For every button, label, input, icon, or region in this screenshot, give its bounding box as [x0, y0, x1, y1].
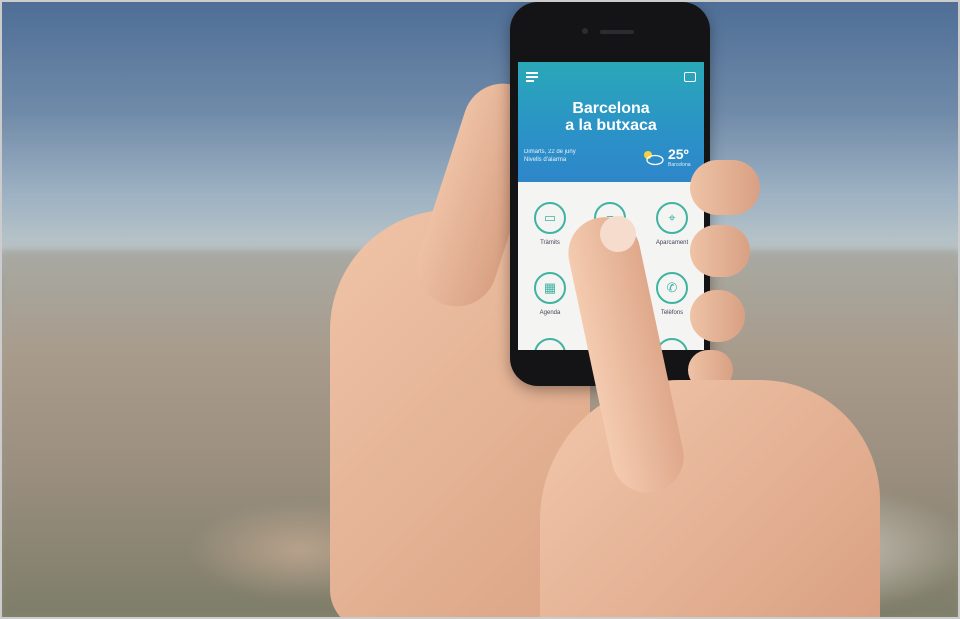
- left-finger-3: [690, 290, 745, 342]
- chat-icon[interactable]: [684, 72, 696, 82]
- earpiece-speaker: [600, 30, 634, 34]
- folder-icon: ▭: [534, 202, 566, 234]
- date-text: Dimarts, 22 de juny: [524, 149, 576, 155]
- temperature-location: Barcelona: [668, 162, 691, 168]
- left-finger-1: [690, 160, 760, 215]
- phone-icon: ✆: [656, 272, 688, 304]
- sun-cloud-icon: [644, 151, 664, 166]
- location-icon: ⌖: [656, 202, 688, 234]
- left-finger-2: [690, 225, 750, 277]
- menu-icon[interactable]: [526, 72, 538, 82]
- more-icon-left: [534, 338, 566, 350]
- title-line-2: a la butxaca: [565, 117, 657, 134]
- front-camera: [582, 28, 588, 34]
- grid-item-agenda[interactable]: ▦ Agenda: [520, 272, 580, 316]
- temperature: 25º: [668, 146, 689, 162]
- grid-label: Agenda: [539, 310, 561, 316]
- app-header: Barcelona a la butxaca Dimarts, 22 de ju…: [518, 62, 704, 182]
- title-line-1: Barcelona: [572, 100, 650, 117]
- right-hand: [540, 380, 880, 619]
- grid-item-more-left[interactable]: [520, 338, 580, 350]
- alert-text: Nivells d'alarma: [524, 157, 567, 163]
- app-title: Barcelona a la butxaca: [518, 100, 704, 134]
- background-scene: Barcelona a la butxaca Dimarts, 22 de ju…: [0, 0, 960, 619]
- date-info: Dimarts, 22 de juny Nivells d'alarma: [524, 148, 576, 164]
- calendar-icon: ▦: [534, 272, 566, 304]
